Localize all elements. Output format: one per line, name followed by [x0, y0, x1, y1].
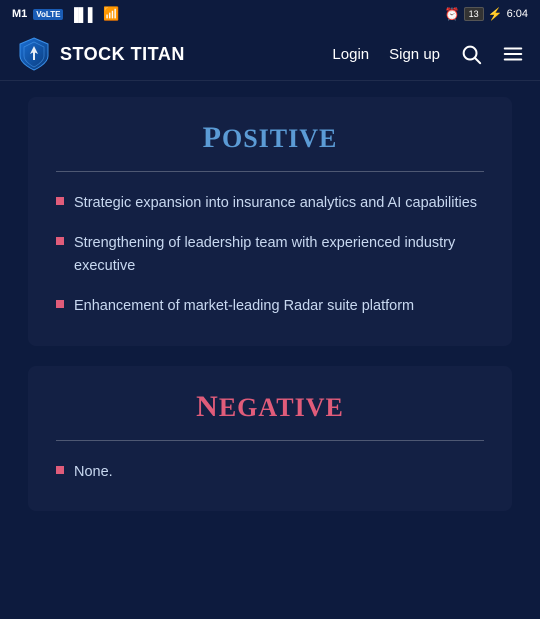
- negative-divider: [56, 440, 484, 441]
- battery-level: 13: [464, 7, 484, 21]
- positive-title: POSITIVE: [56, 121, 484, 155]
- login-link[interactable]: Login: [332, 46, 369, 63]
- bullet-icon: [56, 466, 64, 474]
- status-left: M1 VoLTE ▐▌▌ 📶: [12, 6, 119, 22]
- negative-title: NEGATIVE: [56, 390, 484, 424]
- positive-section: POSITIVE Strategic expansion into insura…: [28, 97, 512, 346]
- wifi-icon: 📶: [103, 6, 119, 22]
- charging-icon: ⚡: [488, 7, 503, 21]
- main-content: POSITIVE Strategic expansion into insura…: [0, 81, 540, 511]
- nav-links: Login Sign up: [332, 43, 524, 65]
- search-icon[interactable]: [460, 43, 482, 65]
- time-display: 6:04: [507, 8, 528, 20]
- header: STOCK TITAN Login Sign up: [0, 28, 540, 81]
- list-item: Enhancement of market-leading Radar suit…: [56, 295, 484, 317]
- negative-rest-title: EGATIVE: [219, 393, 344, 422]
- list-item: None.: [56, 461, 484, 483]
- list-item: Strategic expansion into insurance analy…: [56, 192, 484, 214]
- alarm-icon: ⏰: [445, 7, 460, 21]
- signal-icon: ▐▌▌: [69, 7, 97, 22]
- status-right: ⏰ 13 ⚡ 6:04: [445, 7, 528, 21]
- carrier-text: M1: [12, 8, 27, 20]
- menu-icon[interactable]: [502, 43, 524, 65]
- bullet-text: Enhancement of market-leading Radar suit…: [74, 295, 414, 317]
- bullet-icon: [56, 237, 64, 245]
- volte-badge: VoLTE: [33, 9, 63, 20]
- logo-icon: [16, 36, 52, 72]
- logo-text: STOCK TITAN: [60, 44, 185, 65]
- bullet-icon: [56, 300, 64, 308]
- negative-section: NEGATIVE None.: [28, 366, 512, 511]
- positive-cap-letter: P: [203, 121, 222, 154]
- positive-divider: [56, 171, 484, 172]
- bullet-text: None.: [74, 461, 113, 483]
- status-bar: M1 VoLTE ▐▌▌ 📶 ⏰ 13 ⚡ 6:04: [0, 0, 540, 28]
- bullet-icon: [56, 197, 64, 205]
- negative-bullet-list: None.: [56, 461, 484, 483]
- bullet-text: Strategic expansion into insurance analy…: [74, 192, 477, 214]
- list-item: Strengthening of leadership team with ex…: [56, 232, 484, 277]
- positive-rest-title: OSITIVE: [222, 124, 337, 153]
- positive-bullet-list: Strategic expansion into insurance analy…: [56, 192, 484, 318]
- logo-container: STOCK TITAN: [16, 36, 320, 72]
- signup-link[interactable]: Sign up: [389, 46, 440, 63]
- negative-cap-letter: N: [196, 390, 219, 423]
- bullet-text: Strengthening of leadership team with ex…: [74, 232, 484, 277]
